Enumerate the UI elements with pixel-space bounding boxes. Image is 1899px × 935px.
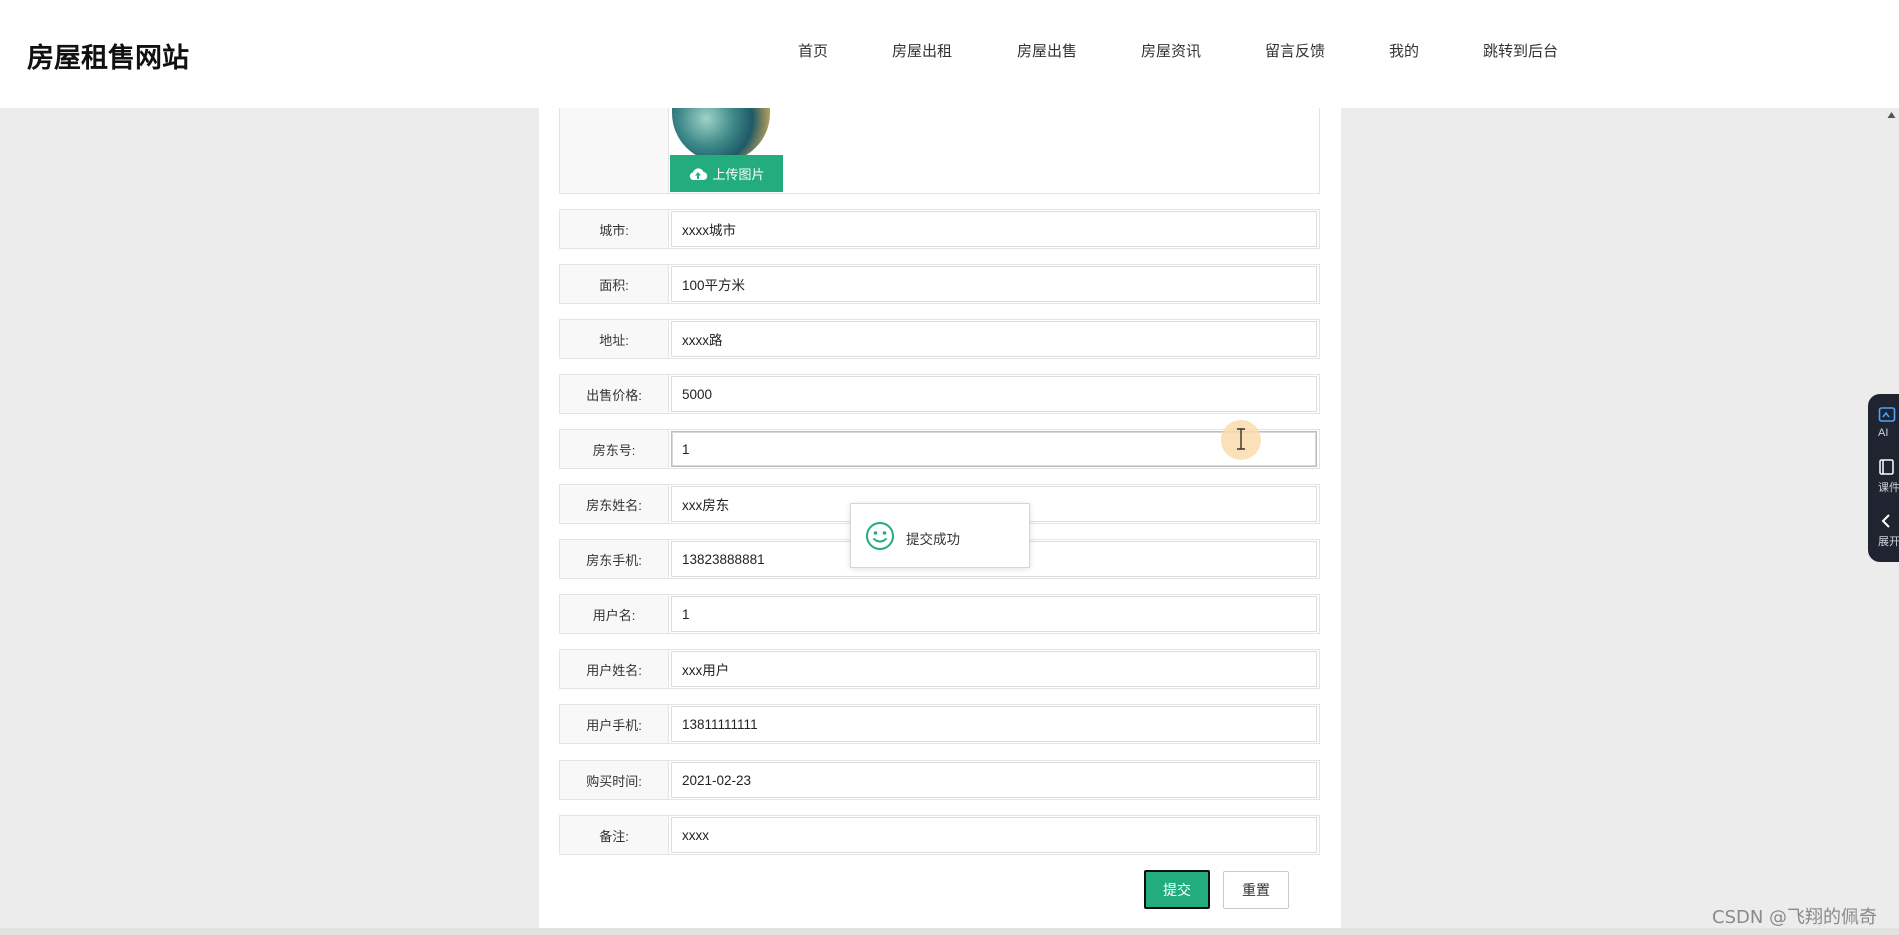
form-row-area: 面积: <box>559 264 1320 304</box>
nav-admin[interactable]: 跳转到后台 <box>1483 40 1558 61</box>
image-upload-row: 上传图片 <box>559 100 1320 194</box>
side-courseware-label: 课件 <box>1878 482 1899 494</box>
form-row-landlord-id: 房东号: <box>559 429 1320 469</box>
nav-rent[interactable]: 房屋出租 <box>892 40 952 61</box>
image-label-cell <box>560 108 669 193</box>
ai-image-icon <box>1878 407 1896 422</box>
remark-input[interactable] <box>671 817 1317 853</box>
success-toast: 提交成功 <box>850 503 1030 568</box>
field-label-landlord-name: 房东姓名: <box>560 485 669 523</box>
reset-button[interactable]: 重置 <box>1223 871 1289 909</box>
user-name-input[interactable] <box>671 651 1317 687</box>
field-label-price: 出售价格: <box>560 375 669 413</box>
form-row-purchase-date: 购买时间: <box>559 760 1320 800</box>
form-row-address: 地址: <box>559 319 1320 359</box>
nav-home[interactable]: 首页 <box>798 40 828 61</box>
text-cursor-icon <box>1237 428 1245 450</box>
form-row-user-phone: 用户手机: <box>559 704 1320 744</box>
landlord-id-input[interactable] <box>671 431 1317 467</box>
watermark: CSDN @飞翔的佩奇 <box>1712 907 1878 928</box>
side-expand-button[interactable]: 展开 <box>1878 512 1899 549</box>
nav-news[interactable]: 房屋资讯 <box>1141 40 1201 61</box>
nav-sale[interactable]: 房屋出售 <box>1017 40 1077 61</box>
form-row-remark: 备注: <box>559 815 1320 855</box>
form-row-city: 城市: <box>559 209 1320 249</box>
house-image-preview <box>672 100 770 162</box>
field-label-landlord-id: 房东号: <box>560 430 669 468</box>
side-expand-label: 展开 <box>1878 536 1899 548</box>
area-input[interactable] <box>671 266 1317 302</box>
field-label-address: 地址: <box>560 320 669 358</box>
cloud-upload-icon <box>690 167 708 180</box>
side-ai-button[interactable]: AI <box>1878 406 1899 439</box>
toast-message: 提交成功 <box>906 532 960 547</box>
purchase-date-input[interactable] <box>671 762 1317 798</box>
field-label-username: 用户名: <box>560 595 669 633</box>
side-toolbar: AI 课件 展开 <box>1868 394 1899 562</box>
nav-feedback[interactable]: 留言反馈 <box>1265 40 1325 61</box>
upload-button-label: 上传图片 <box>712 167 765 182</box>
scroll-up-arrow-icon[interactable] <box>1887 111 1896 119</box>
address-input[interactable] <box>671 321 1317 357</box>
bottom-strip <box>0 928 1899 935</box>
user-phone-input[interactable] <box>671 706 1317 742</box>
top-navbar: 房屋租售网站 首页 房屋出租 房屋出售 房屋资讯 留言反馈 我的 跳转到后台 <box>0 0 1899 108</box>
submit-button[interactable]: 提交 <box>1144 870 1210 909</box>
smile-icon <box>866 522 894 550</box>
book-icon <box>1879 459 1894 475</box>
username-input[interactable] <box>671 596 1317 632</box>
upload-image-button[interactable]: 上传图片 <box>670 155 783 192</box>
price-input[interactable] <box>671 376 1317 412</box>
field-label-user-name: 用户姓名: <box>560 650 669 688</box>
field-label-area: 面积: <box>560 265 669 303</box>
side-ai-label: AI <box>1878 427 1889 439</box>
field-label-remark: 备注: <box>560 816 669 854</box>
field-label-city: 城市: <box>560 210 669 248</box>
side-courseware-button[interactable]: 课件 <box>1878 458 1899 495</box>
field-label-purchase-date: 购买时间: <box>560 761 669 799</box>
form-row-user-name: 用户姓名: <box>559 649 1320 689</box>
field-label-landlord-phone: 房东手机: <box>560 540 669 578</box>
main-nav: 首页 房屋出租 房屋出售 房屋资讯 留言反馈 我的 跳转到后台 <box>0 40 1899 62</box>
form-row-username: 用户名: <box>559 594 1320 634</box>
chevron-left-icon <box>1881 514 1890 528</box>
form-row-price: 出售价格: <box>559 374 1320 414</box>
nav-mine[interactable]: 我的 <box>1389 40 1419 61</box>
city-input[interactable] <box>671 211 1317 247</box>
field-label-user-phone: 用户手机: <box>560 705 669 743</box>
